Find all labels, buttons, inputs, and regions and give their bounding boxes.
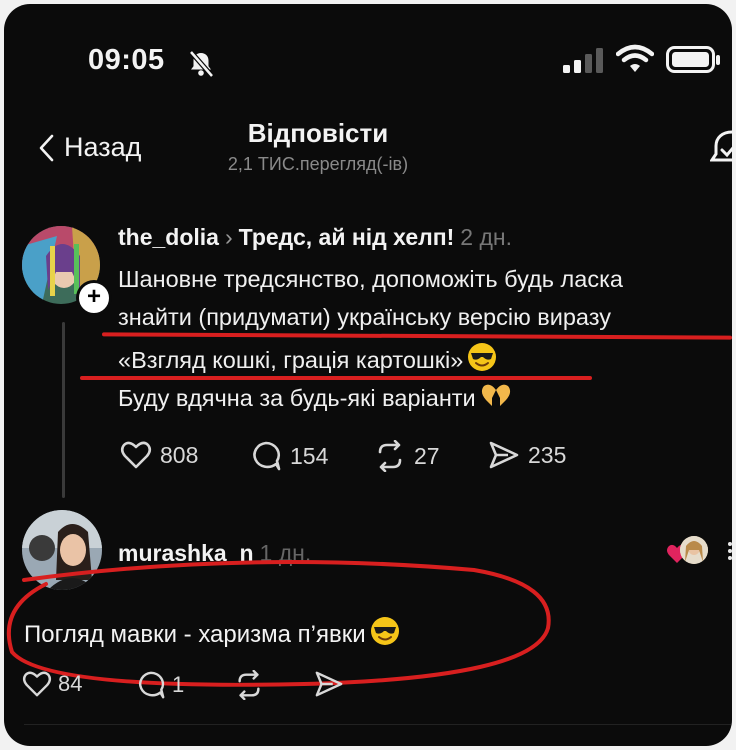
follow-button[interactable]: +	[76, 280, 112, 316]
share-icon	[315, 671, 343, 697]
thread-line	[62, 322, 65, 498]
share-button[interactable]: 235	[488, 440, 566, 470]
comment-icon	[253, 441, 281, 471]
chevron-right-icon: ›	[224, 224, 233, 250]
like-button[interactable]: 84	[22, 670, 82, 698]
repost-button[interactable]	[234, 670, 264, 700]
post-topic[interactable]: Тредс, ай нід хелп!	[239, 224, 455, 250]
post-username[interactable]: the_dolia	[118, 224, 219, 250]
share-button[interactable]	[314, 670, 344, 698]
repost-button[interactable]: 27	[374, 440, 440, 472]
heart-hands-icon	[481, 384, 510, 406]
like-button[interactable]: 808	[120, 440, 198, 470]
status-time: 09:05	[88, 44, 165, 76]
share-count: 235	[528, 441, 567, 468]
repost-icon	[238, 670, 260, 700]
reply-button[interactable]: 1	[136, 670, 184, 700]
bell-off-icon	[189, 50, 214, 78]
post-text-line: Шановне тредсянство, допоможіть будь лас…	[118, 266, 623, 292]
post-text-line: знайти (придумати) українську версію вир…	[118, 304, 611, 330]
annotation-ellipse	[6, 560, 551, 687]
post-quote: «Взгляд кошкі, грація картошкі»	[118, 347, 464, 373]
reply-count: 154	[290, 442, 329, 469]
share-icon	[489, 441, 519, 469]
like-count: 808	[160, 441, 199, 468]
post-text-line: Буду вдячна за будь-які варіанти	[118, 382, 512, 412]
reply-count: 1	[172, 672, 185, 697]
repost-icon	[378, 440, 402, 472]
smiling-face-with-sunglasses-icon	[468, 343, 497, 371]
more-icon[interactable]	[728, 542, 732, 560]
post-age: 2 дн.	[460, 224, 512, 250]
wifi-icon	[616, 44, 654, 72]
comment-icon	[139, 671, 165, 699]
heart-icon	[120, 441, 152, 469]
repost-count: 27	[414, 442, 440, 469]
post-text-line: «Взгляд кошкі, грація картошкі»	[118, 342, 497, 374]
signal-icon	[563, 48, 603, 73]
notifications-icon[interactable]	[710, 128, 732, 168]
liker-avatar[interactable]	[680, 536, 708, 564]
annotation-underline	[101, 332, 732, 340]
view-count: 2,1 ТИС.перегляд(-ів)	[227, 154, 409, 174]
post-header: the_dolia › Тредс, ай нід хелп! 2 дн.	[118, 224, 512, 251]
page-title: Відповісти	[247, 118, 389, 148]
post-closing: Буду вдячна за будь-які варіанти	[118, 385, 476, 411]
battery-icon	[666, 46, 720, 73]
divider	[24, 724, 732, 725]
like-count: 84	[58, 671, 83, 696]
annotation-underline	[80, 376, 592, 380]
reply-button[interactable]: 154	[250, 440, 328, 472]
heart-icon	[22, 671, 52, 697]
phone-screen: 09:05 Назад Відповісти 2,1 ТИС.перегляд(…	[4, 4, 732, 746]
